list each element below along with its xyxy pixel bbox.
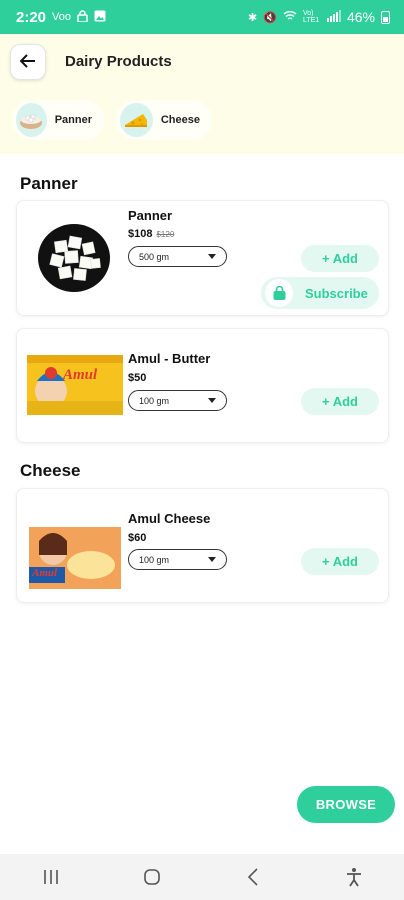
subscribe-label: Subscribe: [305, 285, 368, 301]
system-nav-bar: [0, 854, 404, 900]
section-title-panner: Panner: [20, 174, 78, 193]
back-icon[interactable]: [233, 862, 273, 892]
mute-icon: 🔇: [263, 11, 277, 24]
wifi-icon: [283, 10, 297, 24]
battery-percent: 46%: [346, 9, 375, 25]
status-left: 2:20 Voo: [16, 9, 106, 26]
amul-cheese-pack-image: Amul: [29, 527, 121, 589]
product-price: $60: [128, 532, 147, 544]
quantity-select[interactable]: 100 gm: [128, 549, 227, 570]
product-price-row: $108 $120: [128, 228, 174, 240]
status-time: 2:20: [16, 8, 47, 26]
cheese-wedge-icon: [120, 103, 153, 137]
brand-text: Amul: [63, 367, 98, 383]
header: Dairy Products Panner Cheese: [0, 34, 404, 154]
chevron-down-icon: [208, 398, 216, 403]
battery-icon: [381, 10, 390, 24]
quantity-select[interactable]: 100 gm: [128, 390, 227, 411]
product-price: $108: [128, 228, 153, 240]
add-button[interactable]: + Add: [301, 388, 379, 415]
subscribe-button[interactable]: Subscribe: [261, 277, 379, 309]
carrier-icon: Voo: [52, 11, 71, 23]
product-price: $50: [128, 372, 147, 384]
accessibility-icon[interactable]: [334, 862, 374, 892]
signal-icon: [326, 9, 341, 25]
add-button[interactable]: + Add: [301, 245, 379, 272]
product-card-amul-cheese: Amul Amul Cheese $60 100 gm + Add: [16, 488, 389, 603]
chip-label: Cheese: [160, 114, 200, 126]
product-name: Amul - Butter: [128, 351, 211, 366]
gallery-icon: [94, 10, 106, 25]
product-mrp: $120: [156, 230, 175, 239]
product-price-row: $60: [128, 532, 146, 544]
bluetooth-icon: ✱: [248, 11, 258, 24]
chip-label: Panner: [54, 114, 92, 126]
quantity-value: 100 gm: [139, 554, 170, 565]
product-card-panner: Panner $108 $120 500 gm + Add Subscribe: [16, 200, 389, 316]
back-button[interactable]: [10, 44, 46, 80]
browse-button[interactable]: BROWSE: [297, 786, 395, 823]
paneer-bowl-icon: [16, 103, 47, 137]
quantity-value: 500 gm: [139, 251, 170, 262]
brand-text: Amul: [32, 567, 58, 579]
network-text: Vo) LTE1: [302, 10, 320, 24]
product-name: Amul Cheese: [128, 511, 211, 526]
product-card-amul-butter: Amul Amul - Butter $50 100 gm + Add: [16, 328, 389, 443]
chevron-down-icon: [208, 254, 216, 259]
page-title: Dairy Products: [65, 53, 172, 70]
home-icon[interactable]: [132, 862, 172, 892]
status-bar: 2:20 Voo ✱ 🔇 Vo) LTE1 46%: [0, 0, 404, 34]
product-price-row: $50: [128, 372, 146, 384]
product-name: Panner: [128, 208, 173, 223]
status-right: ✱ 🔇 Vo) LTE1 46%: [248, 9, 390, 25]
quantity-select[interactable]: 500 gm: [128, 246, 227, 267]
section-title-cheese: Cheese: [20, 461, 81, 480]
add-button[interactable]: + Add: [301, 548, 379, 575]
category-chip-cheese[interactable]: Cheese: [116, 100, 212, 140]
arrow-left-icon: [19, 52, 36, 73]
recent-apps-icon[interactable]: [31, 862, 71, 892]
lock-icon: [77, 9, 88, 25]
paneer-cubes-image: [37, 223, 111, 293]
subscribe-bag-icon: [265, 279, 293, 307]
chevron-down-icon: [208, 557, 216, 562]
amul-butter-pack-image: Amul: [27, 351, 123, 419]
category-chip-panner[interactable]: Panner: [12, 100, 104, 140]
quantity-value: 100 gm: [139, 395, 170, 406]
